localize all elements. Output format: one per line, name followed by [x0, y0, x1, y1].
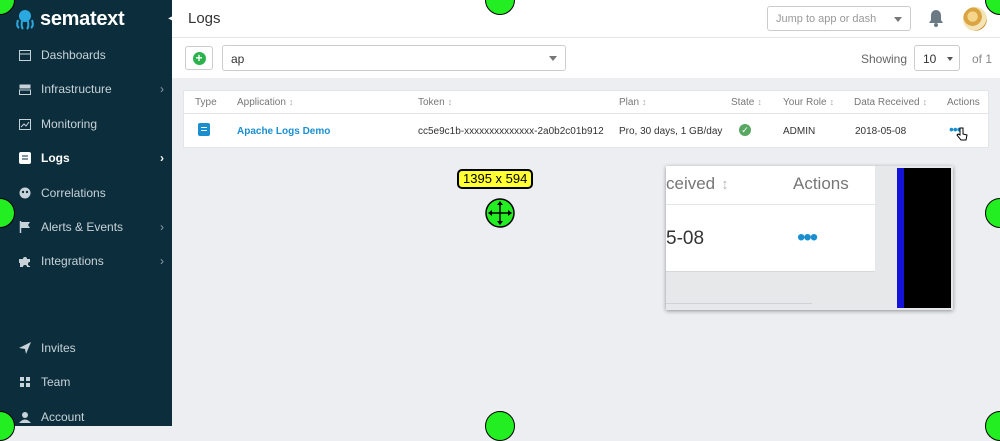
brand-logo[interactable]: sematext [14, 6, 125, 32]
sidebar-item-label: Correlations [41, 186, 106, 200]
sidebar-item-integrations[interactable]: Integrations › [0, 244, 172, 278]
sort-icon: ↕ [288, 97, 294, 107]
zoomed-header-actions: Actions [793, 174, 849, 193]
divider [184, 113, 990, 114]
hand-cursor-icon [956, 127, 968, 141]
resize-handle-right[interactable] [985, 198, 1000, 228]
octopus-logo-icon [16, 10, 34, 30]
zoomed-actions-dots: ••• [797, 224, 818, 251]
sort-icon: ↕ [721, 176, 729, 193]
role-value: ADMIN [783, 126, 816, 137]
top-bar: Logs Jump to app or dash [172, 0, 1000, 38]
column-header-data-received[interactable]: Data Received ↕ [854, 97, 927, 108]
team-icon [18, 375, 32, 389]
page-count: of 1 [972, 52, 993, 66]
logs-icon [18, 151, 32, 165]
column-header-application[interactable]: Application ↕ [237, 97, 293, 108]
sidebar-item-team[interactable]: Team [0, 365, 172, 399]
sidebar-item-account[interactable]: Account [0, 400, 172, 434]
sort-icon: ↕ [447, 97, 453, 107]
filter-bar: + ap Showing 10 of 1 [172, 38, 1000, 78]
logs-app-type-icon [198, 123, 210, 136]
caret-down-icon [947, 57, 953, 61]
sidebar-item-label: Invites [41, 341, 76, 355]
user-icon [18, 410, 32, 424]
server-icon [18, 82, 32, 96]
divider [666, 204, 875, 205]
chevron-right-icon: › [160, 220, 164, 234]
sidebar-item-label: Alerts & Events [41, 220, 124, 234]
app-filter-value: ap [231, 52, 245, 66]
app-filter-select[interactable]: ap [222, 45, 566, 71]
sidebar-item-dashboards[interactable]: Dashboards [0, 38, 172, 72]
chevron-right-icon: › [160, 254, 164, 268]
divider [666, 303, 812, 304]
zoomed-scrollbar-strip [897, 168, 904, 308]
add-app-button[interactable]: + [185, 46, 213, 70]
bell-icon[interactable] [928, 9, 944, 32]
sort-icon: ↕ [829, 97, 835, 107]
avatar[interactable] [963, 7, 987, 31]
caret-down-icon [549, 56, 557, 61]
page-title: Logs [188, 10, 221, 27]
sort-icon: ↕ [642, 97, 647, 107]
column-header-plan[interactable]: Plan ↕ [619, 97, 647, 108]
page-size-value: 10 [923, 52, 937, 66]
move-handle-icon[interactable] [485, 198, 515, 228]
correlations-icon [18, 186, 32, 200]
chevron-right-icon: › [160, 82, 164, 96]
page-size-select[interactable]: 10 [914, 45, 960, 71]
sidebar-item-label: Team [41, 375, 71, 389]
resize-handle-bottom[interactable] [485, 411, 515, 441]
check-circle-icon: ✓ [739, 124, 751, 136]
sidebar-item-correlations[interactable]: Correlations [0, 176, 172, 210]
column-header-token[interactable]: Token ↕ [418, 97, 452, 108]
showing-label: Showing [861, 52, 908, 66]
token-value: cc5e9c1b-xxxxxxxxxxxxxx-2a0b2c01b912 [418, 126, 604, 137]
sidebar-item-label: Dashboards [41, 48, 106, 62]
sidebar-item-logs[interactable]: Logs › [0, 141, 172, 175]
column-header-role[interactable]: Your Role ↕ [783, 97, 834, 108]
brand-name: sematext [40, 7, 125, 30]
puzzle-icon [18, 254, 32, 268]
sidebar-item-label: Integrations [41, 254, 104, 268]
sidebar-item-label: Monitoring [41, 117, 98, 131]
column-header-state[interactable]: State ↕ [731, 97, 762, 108]
sidebar-item-alerts-events[interactable]: Alerts & Events › [0, 210, 172, 244]
resize-handle-bottom-right[interactable] [985, 411, 1000, 441]
chart-icon [18, 117, 32, 131]
zoomed-header-received: ceived ↕ [666, 174, 729, 193]
sidebar: sematext Dashboards Infrastructure › Mon… [0, 0, 172, 426]
sidebar-item-label: Account [41, 410, 85, 424]
apps-table: Type Application ↕ Token ↕ Plan ↕ State ↕ Yo… [183, 90, 990, 148]
flag-icon [18, 220, 32, 234]
column-header-type: Type [195, 97, 217, 108]
sidebar-item-infrastructure[interactable]: Infrastructure › [0, 72, 172, 106]
sort-icon: ↕ [922, 97, 928, 107]
data-received-value: 2018-05-08 [855, 126, 907, 137]
caret-down-icon [894, 17, 902, 22]
capture-dimensions-label: 1395 x 594 [457, 169, 534, 189]
sort-icon: ↕ [757, 97, 762, 107]
jump-to-app-select[interactable]: Jump to app or dash [767, 6, 911, 31]
zoomed-date-value: 5-08 [666, 228, 705, 249]
plus-icon: + [192, 51, 206, 65]
send-icon [18, 341, 32, 355]
zoomed-table: ceived ↕ Actions 5-08 ••• [666, 166, 875, 272]
zoomed-offscreen-area [904, 168, 951, 308]
zoom-magnifier: ceived ↕ Actions 5-08 ••• [666, 166, 953, 310]
jump-placeholder: Jump to app or dash [776, 13, 877, 25]
chevron-right-icon: › [160, 151, 164, 165]
app-name-link[interactable]: Apache Logs Demo [237, 126, 330, 137]
plan-value: Pro, 30 days, 1 GB/day [619, 126, 723, 137]
sidebar-item-monitoring[interactable]: Monitoring [0, 107, 172, 141]
column-header-actions: Actions [947, 97, 980, 108]
sidebar-item-invites[interactable]: Invites [0, 331, 172, 365]
dashboard-icon [18, 48, 32, 62]
sidebar-item-label: Logs [41, 151, 70, 165]
sidebar-item-label: Infrastructure [41, 82, 112, 96]
